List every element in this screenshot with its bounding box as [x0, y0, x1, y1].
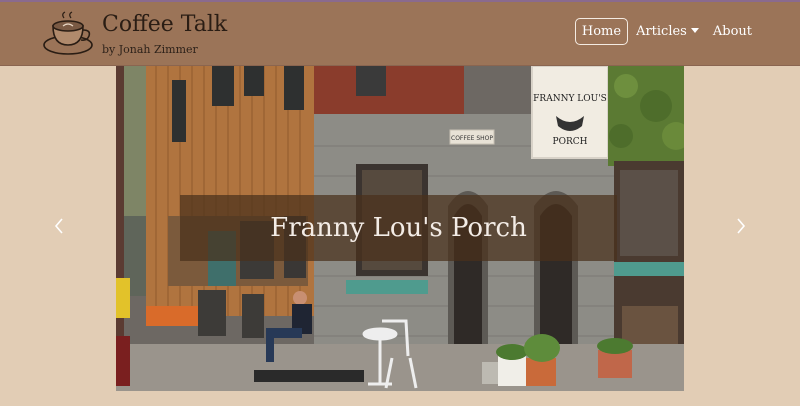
brand[interactable]: Coffee Talk by Jonah Zimmer [42, 11, 227, 57]
site-title: Coffee Talk [102, 12, 228, 37]
coffee-cup-icon [43, 11, 93, 55]
nav-articles-dropdown[interactable]: Articles [630, 18, 705, 45]
slide-caption: Franny Lou's Porch [270, 213, 527, 243]
chevron-left-icon[interactable] [52, 215, 66, 237]
hanging-sign-text: FRANNY LOU'S [533, 94, 607, 104]
main-nav: Home Articles About [573, 18, 758, 45]
hanging-sign-text-2: PORCH [553, 137, 588, 147]
nav-articles-label: Articles [636, 24, 687, 39]
chevron-right-icon[interactable] [734, 215, 748, 237]
navbar: Coffee Talk by Jonah Zimmer Home Article… [0, 2, 800, 66]
coffee-shop-sign: COFFEE SHOP [451, 135, 493, 142]
nav-about[interactable]: About [707, 18, 758, 45]
caret-down-icon [690, 28, 699, 33]
nav-home[interactable]: Home [574, 18, 629, 45]
site-byline: by Jonah Zimmer [102, 43, 198, 56]
